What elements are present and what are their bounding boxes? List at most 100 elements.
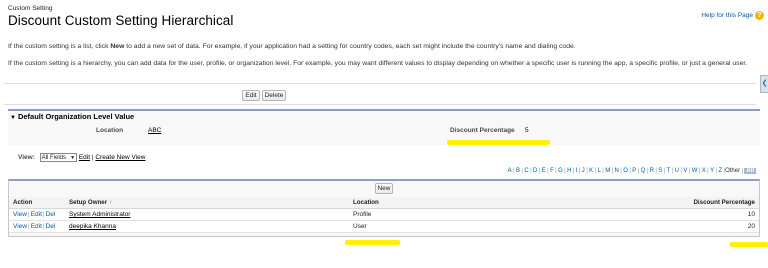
discount-cell: 20 xyxy=(483,220,759,233)
view-select[interactable]: All Fields ▼ xyxy=(39,153,78,162)
new-button[interactable]: New xyxy=(375,183,393,194)
alpha-letter[interactable]: B xyxy=(516,168,520,174)
alpha-letter[interactable]: T xyxy=(667,168,671,174)
alpha-separator: | xyxy=(594,168,597,174)
alpha-letter[interactable]: C xyxy=(524,168,528,174)
alpha-letter[interactable]: J xyxy=(582,168,585,174)
alpha-separator: | xyxy=(620,168,622,174)
highlight-mark xyxy=(730,242,768,247)
delete-link[interactable]: Del xyxy=(46,211,56,218)
alpha-letter[interactable]: R xyxy=(650,168,654,174)
column-header-location: Location xyxy=(349,197,484,209)
default-org-section: ▼ Default Organization Level Value Locati… xyxy=(8,109,760,145)
column-header-setup-owner-label: Setup Owner xyxy=(69,199,108,206)
alpha-letter[interactable]: F xyxy=(550,168,554,174)
chevron-down-icon: ▼ xyxy=(70,155,76,161)
owner-cell: deepika Khanna xyxy=(65,220,349,233)
alpha-letter[interactable]: E xyxy=(542,168,546,174)
location-cell: User xyxy=(349,220,484,233)
alpha-letter[interactable]: K xyxy=(589,168,593,174)
view-label: View: xyxy=(18,154,35,161)
setup-owner-link[interactable]: System Administrator xyxy=(69,211,130,218)
alpha-letter[interactable]: M xyxy=(605,168,610,174)
help-link[interactable]: Help for this Page xyxy=(701,12,753,19)
highlight-mark xyxy=(447,140,550,145)
view-link[interactable]: View xyxy=(13,223,27,230)
divider xyxy=(4,104,756,105)
page-title: Discount Custom Setting Hierarchical xyxy=(8,13,234,28)
setup-owner-link[interactable]: deepika Khanna xyxy=(69,223,116,230)
location-cell: Profile xyxy=(349,208,484,221)
list-description-text-1: If the custom setting is a list, click xyxy=(8,43,111,50)
alpha-letter[interactable]: L xyxy=(598,168,601,174)
alpha-separator: | xyxy=(671,168,674,174)
alpha-separator: | xyxy=(715,168,718,174)
alpha-letter[interactable]: U xyxy=(675,168,679,174)
alpha-all[interactable]: All xyxy=(744,168,756,174)
alpha-separator: | xyxy=(680,168,682,174)
column-header-setup-owner[interactable]: Setup Owner ↑ xyxy=(65,197,349,209)
column-header-action: Action xyxy=(9,197,65,209)
collapse-triangle-icon[interactable]: ▼ xyxy=(10,115,16,121)
table-header-row: Action Setup Owner ↑ Location Discount Pe… xyxy=(9,197,759,209)
alpha-letter[interactable]: Y xyxy=(710,168,714,174)
view-row: View: All Fields ▼ Edit | Create New View xyxy=(18,153,146,162)
discount-cell: 10 xyxy=(483,208,759,221)
list-description: If the custom setting is a list, click N… xyxy=(8,42,758,51)
column-header-discount: Discount Percentage xyxy=(483,197,759,209)
alpha-letter[interactable]: O xyxy=(623,168,628,174)
sort-up-icon: ↑ xyxy=(109,200,113,206)
breadcrumb: Custom Setting xyxy=(8,5,53,12)
edit-button[interactable]: Edit xyxy=(242,90,260,101)
alpha-letter[interactable]: I xyxy=(576,168,578,174)
view-select-value: All Fields xyxy=(41,155,67,161)
alpha-separator: | xyxy=(538,168,541,174)
alpha-other[interactable]: Other xyxy=(725,168,740,174)
alpha-letter[interactable]: D xyxy=(533,168,537,174)
alpha-letter[interactable]: G xyxy=(558,168,563,174)
section-title-text: Default Organization Level Value xyxy=(17,112,135,121)
alpha-letter[interactable]: X xyxy=(702,168,706,174)
view-link[interactable]: View xyxy=(13,211,27,218)
edit-link[interactable]: Edit xyxy=(31,223,42,230)
alpha-letter[interactable]: S xyxy=(658,168,662,174)
alpha-separator: | xyxy=(586,168,588,174)
delete-button[interactable]: Delete xyxy=(262,90,286,101)
alpha-separator: | xyxy=(572,168,575,174)
table-row: View|Edit|Del deepika Khanna User 20 xyxy=(9,220,759,233)
discount-label: Discount Percentage xyxy=(450,127,515,134)
edit-link[interactable]: Edit xyxy=(31,211,42,218)
alpha-letter[interactable]: Z xyxy=(718,168,722,174)
alpha-separator: | xyxy=(547,168,549,174)
page-header: Custom Setting Discount Custom Setting H… xyxy=(8,5,233,28)
alpha-letter[interactable]: Q xyxy=(641,168,646,174)
alpha-letter[interactable]: H xyxy=(567,168,571,174)
alpha-filter: A|B|C|D|E|F|G|H|I|J|K|L|M|N|O|P|Q|R|S|T|… xyxy=(507,168,756,174)
create-view-link[interactable]: Create New View xyxy=(95,154,145,161)
alpha-separator: | xyxy=(698,168,701,174)
alpha-letter[interactable]: N xyxy=(615,168,619,174)
collapse-tab-icon[interactable]: ❮ xyxy=(760,75,768,93)
alpha-separator: | xyxy=(611,168,614,174)
alpha-letter[interactable]: P xyxy=(632,168,636,174)
alpha-separator: | xyxy=(663,168,666,174)
delete-link[interactable]: Del xyxy=(46,223,56,230)
location-label: Location xyxy=(96,127,124,134)
section-title[interactable]: ▼ Default Organization Level Value xyxy=(10,112,134,121)
divider xyxy=(4,83,756,84)
location-value[interactable]: ABC xyxy=(148,127,161,134)
alpha-letter[interactable]: A xyxy=(508,168,512,174)
alpha-separator: | xyxy=(646,168,649,174)
owner-cell: System Administrator xyxy=(65,208,349,221)
help-icon[interactable]: ? xyxy=(755,11,764,20)
settings-list: New Action Setup Owner ↑ Location Discoun… xyxy=(8,179,760,237)
action-cell: View|Edit|Del xyxy=(9,220,65,233)
alpha-letter[interactable]: W xyxy=(692,168,698,174)
table-row: View|Edit|Del System Administrator Profile… xyxy=(9,208,759,221)
alpha-letter[interactable]: V xyxy=(683,168,687,174)
alpha-separator: | xyxy=(513,168,515,174)
hierarchy-description: If the custom setting is a hierarchy, yo… xyxy=(8,60,748,67)
alpha-separator: | xyxy=(629,168,631,174)
edit-view-link[interactable]: Edit xyxy=(79,154,90,161)
alpha-separator: | xyxy=(688,168,691,174)
